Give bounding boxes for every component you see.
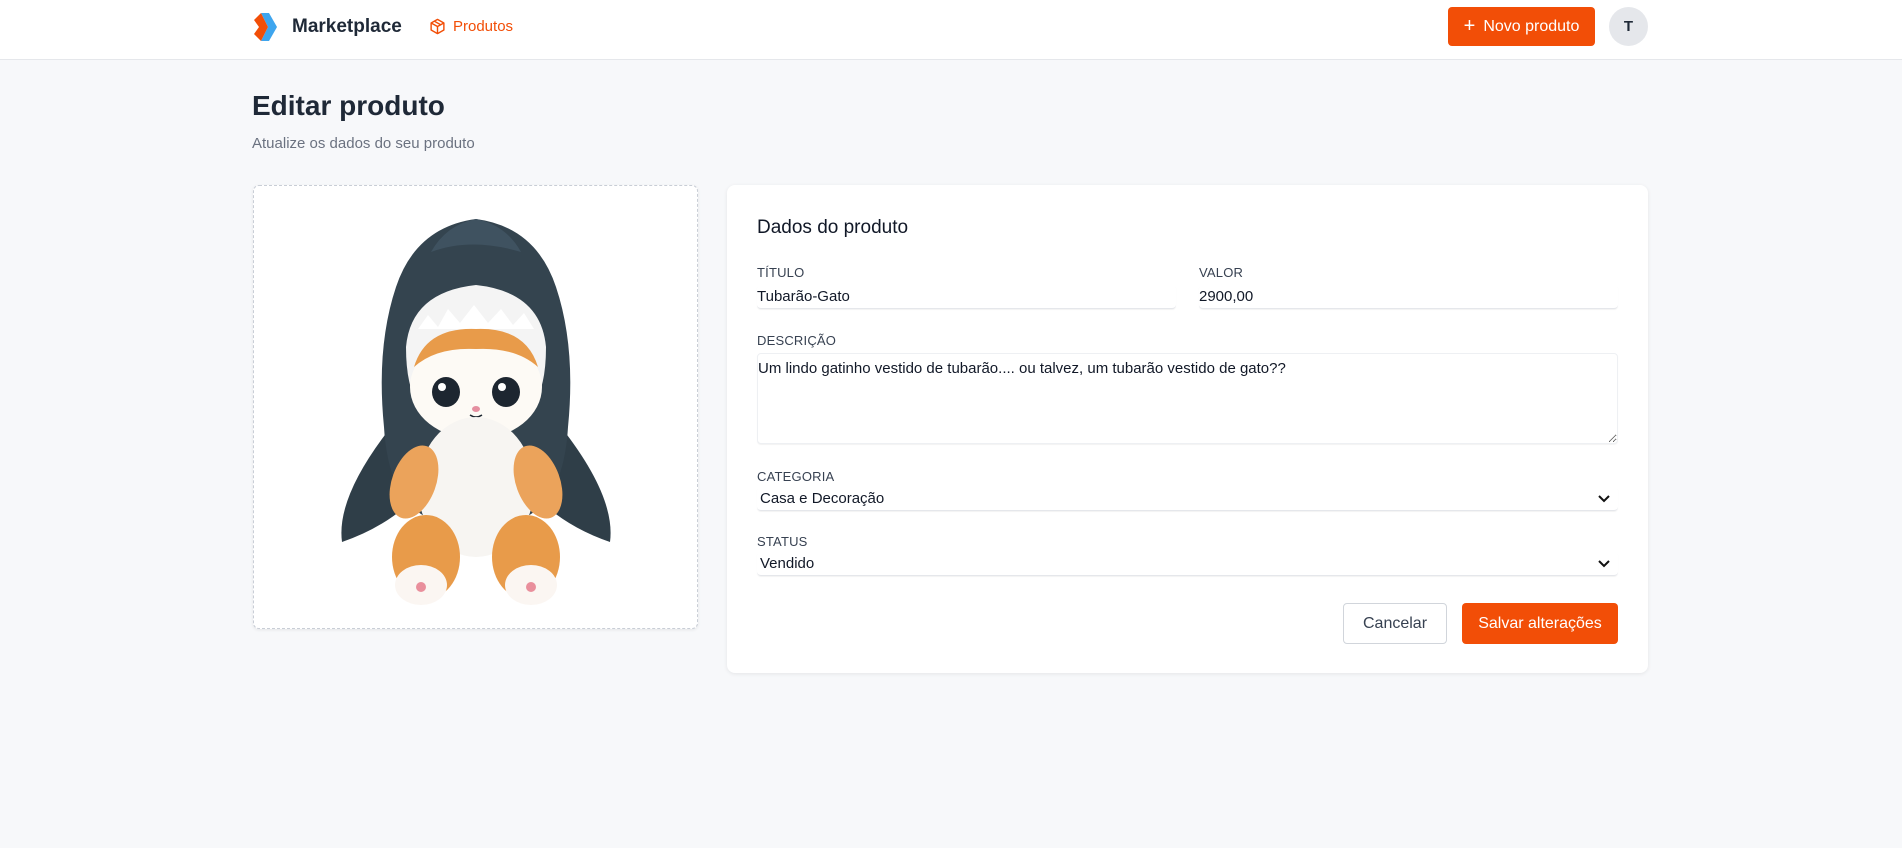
status-selected-value: Vendido <box>760 555 815 572</box>
plus-icon: + <box>1463 14 1476 37</box>
product-photo-shark-cat-plush <box>340 219 611 605</box>
save-changes-button[interactable]: Salvar alterações <box>1462 603 1618 644</box>
new-product-button[interactable]: + Novo produto <box>1448 7 1595 46</box>
chevron-down-icon <box>1598 559 1610 568</box>
category-select[interactable]: Casa e Decoração <box>757 487 1618 511</box>
brand-logo-link[interactable]: Marketplace <box>252 12 402 42</box>
chevron-down-icon <box>1598 494 1610 503</box>
price-input[interactable] <box>1199 285 1618 309</box>
status-select[interactable]: Vendido <box>757 552 1618 576</box>
product-form-card: Dados do produto TÍTULO VALOR DESCRIÇÃO … <box>727 185 1648 673</box>
cancel-button[interactable]: Cancelar <box>1343 603 1447 644</box>
marketplace-logo-icon <box>254 13 277 41</box>
description-label: DESCRIÇÃO <box>757 333 837 348</box>
title-label: TÍTULO <box>757 265 805 280</box>
new-product-label: Novo produto <box>1483 17 1580 35</box>
form-card-title: Dados do produto <box>757 217 909 238</box>
category-selected-value: Casa e Decoração <box>760 490 885 507</box>
price-label: VALOR <box>1199 265 1244 280</box>
category-label: CATEGORIA <box>757 469 835 484</box>
description-textarea[interactable]: Um lindo gatinho vestido de tubarão.... … <box>757 353 1618 444</box>
user-avatar[interactable]: T <box>1609 7 1648 46</box>
title-input[interactable] <box>757 285 1176 309</box>
page-subtitle: Atualize os dados do seu produto <box>252 135 475 152</box>
package-icon <box>430 18 445 34</box>
product-image-upload[interactable] <box>253 185 698 629</box>
nav-products-label: Produtos <box>453 17 514 35</box>
status-label: STATUS <box>757 534 808 549</box>
page-title: Editar produto <box>252 90 445 121</box>
nav-products-link[interactable]: Produtos <box>429 14 513 38</box>
brand-name: Marketplace <box>292 16 402 37</box>
top-header: Marketplace Produtos + Novo produto T <box>0 0 1902 60</box>
